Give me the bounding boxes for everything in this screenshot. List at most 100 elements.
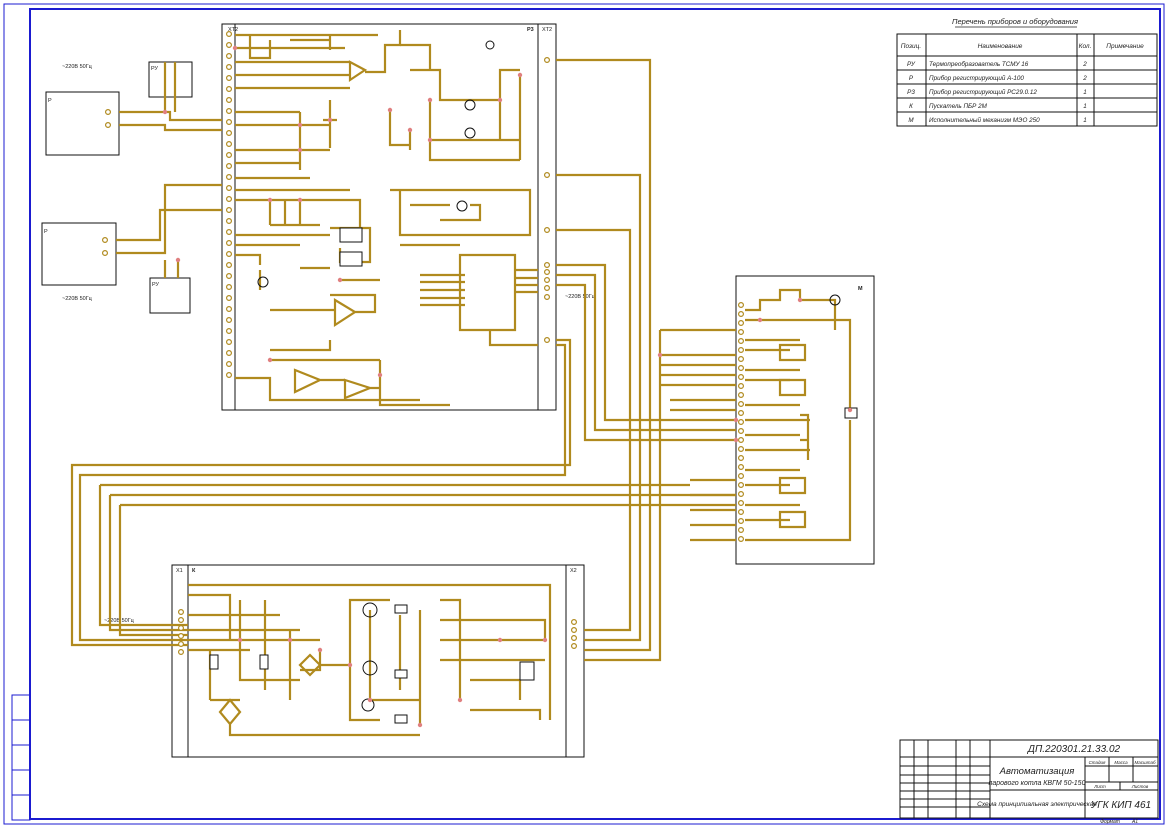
- junction-16: [367, 697, 373, 703]
- supply-label-mid: ~220В 50Гц: [565, 294, 596, 300]
- terminal-5: [226, 85, 233, 92]
- junction-11: [517, 72, 523, 78]
- terminal-47: [737, 356, 744, 363]
- terminal-39: [543, 294, 550, 301]
- junction-1: [297, 122, 303, 128]
- terminal-25: [226, 306, 233, 313]
- terminal-21: [226, 262, 233, 269]
- terminal-35: [543, 262, 550, 269]
- organization: УГК КИП 461: [1090, 800, 1151, 811]
- terminal-13: [226, 174, 233, 181]
- equipment-cell-r0-c1: Термопреобразователь ТСМУ 16: [929, 60, 1029, 68]
- terminal-4: [226, 74, 233, 81]
- junction-0: [232, 45, 238, 51]
- format-value: А1: [1131, 819, 1138, 825]
- junction-15: [347, 662, 353, 668]
- junction-7: [407, 127, 413, 133]
- starter-right-tag: Х2: [570, 568, 577, 574]
- junction-21: [757, 317, 763, 323]
- terminal-22: [226, 273, 233, 280]
- terminal-74: [570, 618, 577, 625]
- motor-label: М: [858, 286, 863, 292]
- terminal-11: [226, 152, 233, 159]
- terminal-64: [737, 509, 744, 516]
- terminal-69: [178, 616, 185, 623]
- terminal-79: [104, 121, 111, 128]
- terminal-51: [737, 392, 744, 399]
- junction-28: [175, 257, 181, 263]
- equipment-cell-r2-c1: Прибор регистрирующий РС29.0.12: [929, 88, 1037, 96]
- terminal-24: [226, 295, 233, 302]
- terminal-52: [737, 401, 744, 408]
- junction-6: [387, 107, 393, 113]
- terminal-43: [737, 320, 744, 327]
- sheets-label: Листов: [1131, 784, 1149, 789]
- terminal-41: [737, 302, 744, 309]
- supply-label-top: ~220В 50Гц: [62, 64, 93, 70]
- junction-23: [797, 297, 803, 303]
- actuator-motor-block: М: [735, 275, 875, 565]
- terminal-62: [737, 491, 744, 498]
- equipment-cell-r2-c0: Р3: [907, 89, 915, 96]
- junction-9: [497, 97, 503, 103]
- converter-pv2: РУ: [149, 277, 191, 314]
- terminal-57: [737, 446, 744, 453]
- junction-3: [327, 117, 333, 123]
- terminal-40: [543, 337, 550, 344]
- terminal-31: [226, 372, 233, 379]
- terminal-70: [178, 624, 185, 631]
- terminal-80: [101, 237, 108, 244]
- terminal-55: [737, 428, 744, 435]
- equipment-list-title: Перечень приборов и оборудования: [952, 17, 1078, 26]
- junction-30: [733, 437, 739, 443]
- terminal-0: [226, 31, 233, 38]
- subtitle: Схема принципиальная электрическая: [977, 801, 1097, 808]
- terminal-50: [737, 383, 744, 390]
- format-label: Формат: [1100, 819, 1120, 825]
- equipment-cell-r1-c1: Прибор регистрирующий А-100: [929, 74, 1024, 82]
- starter-k-block: Х1 Х2 К: [171, 564, 585, 758]
- junction-20: [542, 637, 548, 643]
- scale-label: Масштаб: [1134, 760, 1155, 765]
- terminal-48: [737, 365, 744, 372]
- terminal-73: [178, 648, 185, 655]
- junction-31: [657, 352, 663, 358]
- terminal-44: [737, 329, 744, 336]
- starter-label: К: [192, 568, 196, 574]
- doc-code: ДП.220301.21.33.02: [1027, 744, 1121, 755]
- terminal-71: [178, 632, 185, 639]
- terminal-49: [737, 374, 744, 381]
- terminal-53: [737, 410, 744, 417]
- junction-18: [457, 697, 463, 703]
- junction-10: [427, 137, 433, 143]
- terminal-67: [737, 535, 744, 542]
- schematic-sheet: Перечень приборов и оборудования Позиц. …: [3, 3, 1165, 825]
- terminal-60: [737, 473, 744, 480]
- terminals: [101, 31, 744, 655]
- terminal-78: [104, 108, 111, 115]
- mass-label: Масса: [1114, 760, 1128, 765]
- terminal-9: [226, 130, 233, 137]
- junction-13: [287, 637, 293, 643]
- terminal-6: [226, 96, 233, 103]
- terminal-14: [226, 185, 233, 192]
- col-header-name: Наименование: [978, 43, 1023, 50]
- terminal-56: [737, 437, 744, 444]
- rec1-label: Р: [48, 98, 52, 104]
- terminal-45: [737, 338, 744, 345]
- junction-24: [377, 372, 383, 378]
- p3-right-tag: ХТ2: [542, 27, 552, 33]
- equipment-cell-r3-c0: К: [909, 103, 913, 110]
- junction-8: [427, 97, 433, 103]
- p3-label: Р3: [527, 27, 534, 33]
- terminal-2: [226, 52, 233, 59]
- terminal-17: [226, 218, 233, 225]
- title-block: ДП.220301.21.33.02 Автоматизация паровог…: [899, 739, 1159, 825]
- terminal-15: [226, 196, 233, 203]
- title-line2: парового котла КВГМ 50-150: [989, 780, 1086, 787]
- equipment-cell-r2-c2: 1: [1083, 89, 1087, 96]
- terminal-72: [178, 640, 185, 647]
- terminal-30: [226, 361, 233, 368]
- converter-pv1: РУ: [148, 61, 193, 98]
- col-header-note: Примечание: [1106, 43, 1144, 50]
